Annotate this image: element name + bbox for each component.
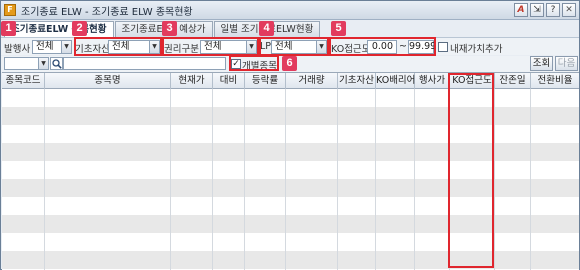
column-header[interactable]: KO배리어 [376,73,415,89]
column-divider [494,89,495,270]
window: F 조기종료 ELW - 조기종료 ELW 종목현황 A ⇲ ? ✕ 조기종료E… [0,0,580,270]
callout-4: 4 [259,21,274,36]
intrinsic-value-checkbox[interactable] [438,42,448,52]
highlight-lp [259,37,329,56]
callout-3: 3 [162,21,177,36]
help-icon[interactable]: ? [546,3,560,17]
title-bar: F 조기종료 ELW - 조기종료 ELW 종목현황 A ⇲ ? ✕ [1,1,579,20]
search-button[interactable]: 조회 [530,56,553,71]
column-header[interactable]: 대비 [213,73,245,89]
column-divider [530,89,531,270]
callout-6: 6 [282,56,297,71]
font-size-icon[interactable]: A [514,3,528,17]
column-header[interactable]: 종목명 [45,73,171,89]
column-divider [212,89,213,270]
column-header[interactable]: 기초자산 [338,73,376,89]
search-icon[interactable] [50,57,63,70]
stock-name-display[interactable] [63,57,226,70]
column-divider [414,89,415,270]
highlight-individual-stock [229,55,279,71]
column-divider [337,89,338,270]
column-header[interactable]: 행사가 [415,73,450,89]
column-header[interactable]: 등락률 [245,73,286,89]
column-header[interactable]: 잔존일 [495,73,531,89]
highlight-ko-range [329,37,436,56]
chevron-down-icon: ▼ [61,41,71,53]
callout-5: 5 [331,21,346,36]
column-header[interactable]: 종목코드 [2,73,45,89]
column-divider [44,89,45,270]
highlight-right-type [162,37,259,56]
tab-elw-status[interactable]: 조기종료ELW 종목현황 [4,21,114,37]
column-header[interactable]: 현재가 [171,73,213,89]
column-header[interactable]: 전환비율 [531,73,579,89]
next-button[interactable]: 다음 [555,56,578,71]
column-header[interactable]: 거래량 [286,73,338,89]
callout-2: 2 [72,21,87,36]
window-title: 조기종료 ELW - 조기종료 ELW 종목현황 [21,6,193,18]
column-divider [375,89,376,270]
highlight-ko-column [448,73,494,268]
code-select[interactable]: ▼ [4,57,49,70]
detach-icon[interactable]: ⇲ [530,3,544,17]
column-divider [244,89,245,270]
close-icon[interactable]: ✕ [562,3,576,17]
chevron-down-icon: ▼ [38,58,48,69]
highlight-underlying [74,37,162,56]
callout-1: 1 [1,21,16,36]
issuer-value: 전체 [36,41,54,52]
intrinsic-value-label: 내재가치추가 [450,44,503,55]
title-buttons: A ⇲ ? ✕ [514,3,576,17]
column-divider [285,89,286,270]
column-divider [170,89,171,270]
issuer-select[interactable]: 전체 ▼ [32,40,72,54]
magnifier-glyph [52,59,62,69]
app-icon: F [4,4,16,16]
issuer-label: 발행사 [4,44,31,55]
